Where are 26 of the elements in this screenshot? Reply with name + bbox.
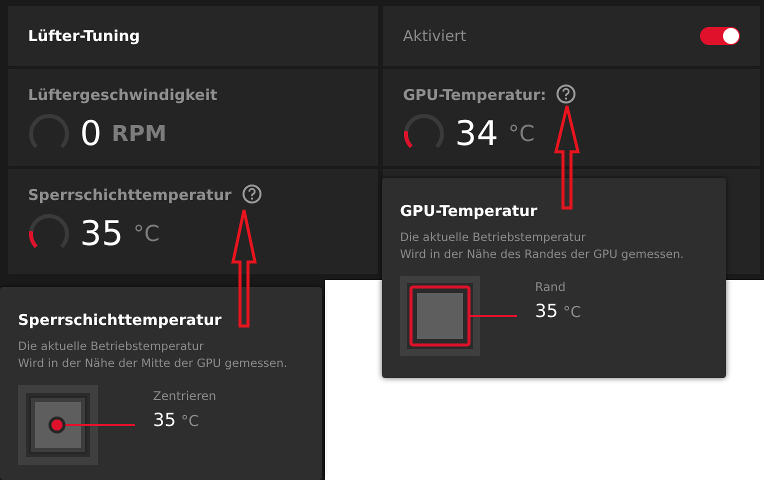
metric-label: Sperrschichttemperatur bbox=[28, 185, 232, 206]
sensor-value: 35 bbox=[153, 410, 176, 432]
sensor-label: Rand bbox=[535, 279, 567, 296]
metric-unit: °C bbox=[133, 220, 160, 248]
metric-unit: RPM bbox=[112, 120, 167, 148]
sensor-unit: °C bbox=[563, 303, 581, 322]
tooltip-text: Wird in der Nähe des Randes der GPU gemessen. bbox=[400, 246, 685, 264]
metric-value: 35 bbox=[80, 217, 124, 251]
sensor-unit: °C bbox=[181, 412, 199, 430]
tooltip-text: Die aktuelle Betriebstemperatur bbox=[400, 228, 587, 246]
sensor-value: 35 bbox=[535, 301, 558, 322]
metric-label: Lüftergeschwindigkeit bbox=[28, 85, 218, 106]
tooltip-title: Sperrschichttemperatur bbox=[18, 310, 223, 331]
tooltip-title: GPU-Temperatur bbox=[400, 201, 538, 222]
tooltip-text: Die aktuelle Betriebstemperatur bbox=[18, 338, 205, 354]
status-label: Aktiviert bbox=[403, 26, 466, 47]
help-icon[interactable] bbox=[556, 84, 576, 104]
tooltip-text: Wird in der Nähe der Mitte der GPU gemessen. bbox=[18, 355, 288, 372]
help-icon[interactable] bbox=[242, 184, 262, 204]
toggle-switch[interactable] bbox=[700, 27, 740, 45]
panel-title: Lüfter-Tuning bbox=[28, 26, 140, 47]
metric-value: 34 bbox=[455, 117, 498, 151]
sensor-label: Zentrieren bbox=[153, 388, 216, 406]
metric-label: GPU-Temperatur: bbox=[403, 85, 546, 106]
metric-unit: °C bbox=[508, 120, 535, 148]
metric-value: 0 bbox=[80, 117, 102, 151]
